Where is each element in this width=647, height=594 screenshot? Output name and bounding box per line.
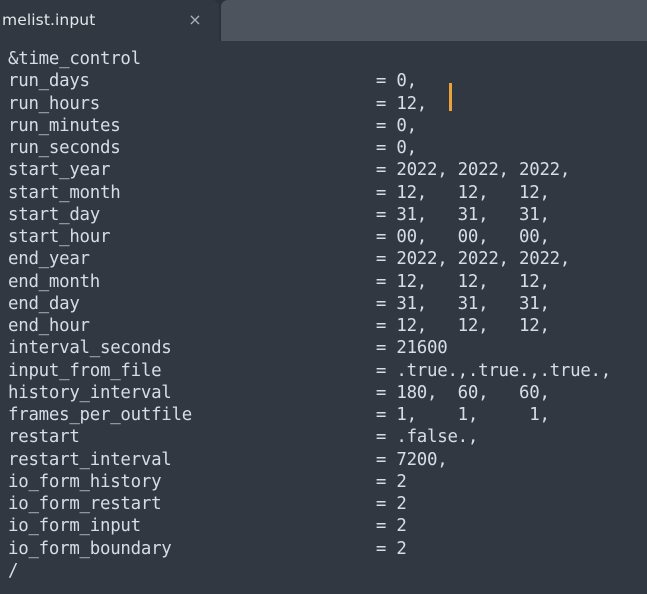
tab-namelist-input[interactable]: melist.input × bbox=[0, 0, 219, 41]
code-line: start_month = 12, 12, 12, bbox=[8, 182, 550, 203]
tab-bar: melist.input × bbox=[0, 0, 647, 41]
code-line: io_form_restart = 2 bbox=[8, 494, 407, 514]
code-line: end_day = 31, 31, 31, bbox=[8, 293, 550, 314]
code-line: interval_seconds = 21600 bbox=[8, 338, 448, 359]
code-line: / bbox=[8, 560, 19, 581]
code-line: run_days = 0, bbox=[8, 71, 417, 92]
code-line: run_minutes = 0, bbox=[8, 115, 417, 136]
code-line: history_interval = 180, 60, 60, bbox=[8, 382, 550, 403]
code-line: start_day = 31, 31, 31, bbox=[8, 204, 550, 225]
code-line: io_form_input = 2 bbox=[8, 516, 407, 537]
code-line: run_seconds = 0, bbox=[8, 138, 417, 158]
text-caret bbox=[449, 83, 452, 111]
code-line: io_form_boundary = 2 bbox=[8, 538, 407, 559]
code-editor-area[interactable]: &time_control run_days = 0, run_hours = 12… bbox=[0, 41, 647, 594]
code-line: &time_control bbox=[8, 49, 141, 69]
code-content[interactable]: &time_control run_days = 0, run_hours = 12… bbox=[8, 48, 611, 582]
code-line: end_month = 12, 12, 12, bbox=[8, 271, 550, 292]
code-line: start_hour = 00, 00, 00, bbox=[8, 227, 550, 247]
code-line: run_hours = 12, bbox=[8, 93, 428, 114]
code-line: start_year = 2022, 2022, 2022, bbox=[8, 160, 571, 181]
close-icon[interactable]: × bbox=[186, 11, 204, 29]
code-line: end_year = 2022, 2022, 2022, bbox=[8, 249, 571, 270]
code-line: restart_interval = 7200, bbox=[8, 449, 448, 470]
code-line: io_form_history = 2 bbox=[8, 471, 407, 492]
code-line: frames_per_outfile = 1, 1, 1, bbox=[8, 405, 550, 425]
editor-window: melist.input × &time_control run_days = 0… bbox=[0, 0, 647, 594]
tab-bar-empty-area[interactable] bbox=[221, 0, 647, 41]
code-line: restart = .false., bbox=[8, 427, 479, 448]
tab-label: melist.input bbox=[2, 11, 96, 29]
code-line: input_from_file = .true.,.true.,.true., bbox=[8, 360, 611, 381]
code-line: end_hour = 12, 12, 12, bbox=[8, 316, 550, 336]
